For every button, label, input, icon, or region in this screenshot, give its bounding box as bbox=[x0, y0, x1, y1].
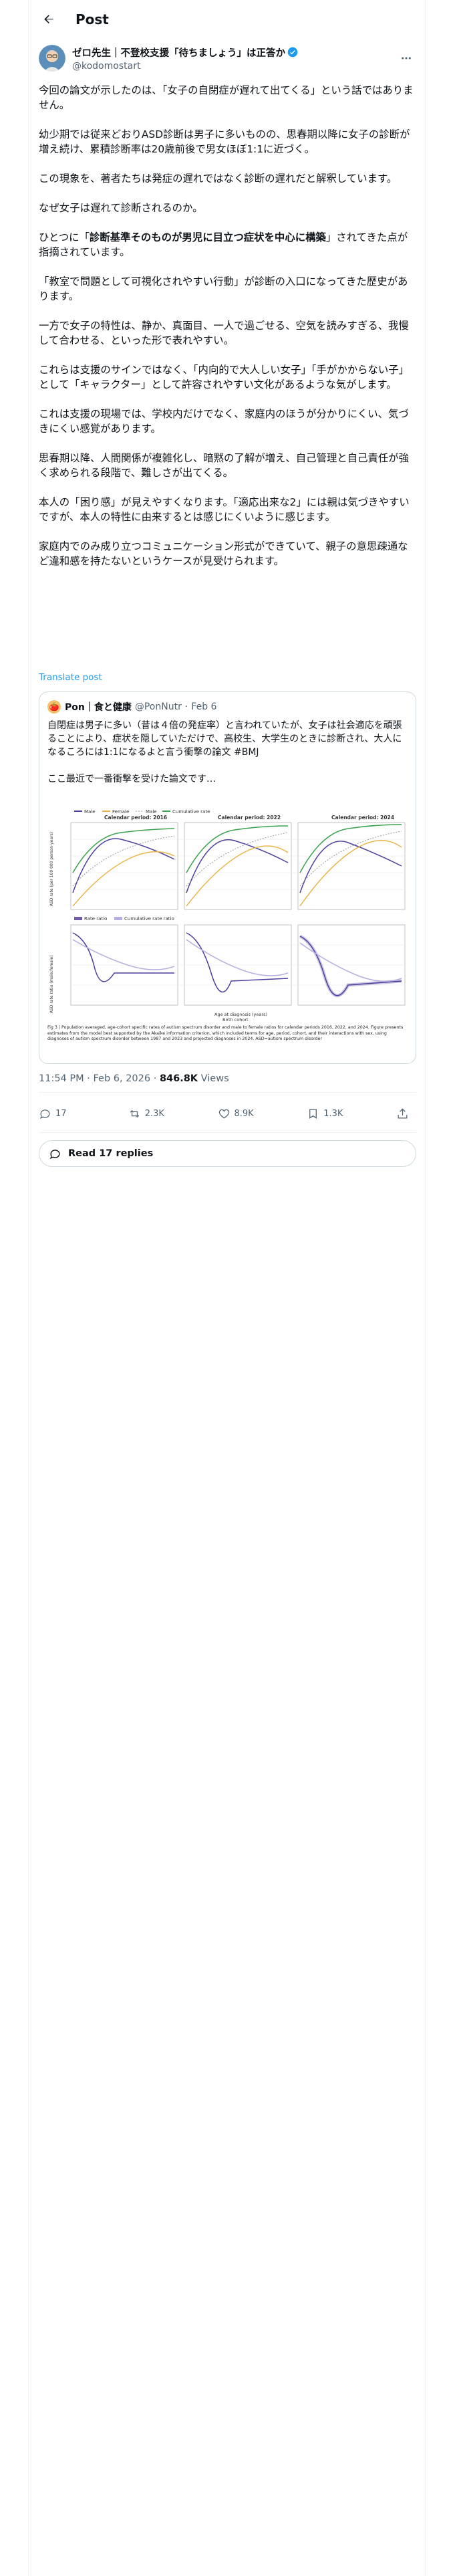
top-panels bbox=[70, 822, 406, 910]
quoted-avatar: 🍅 bbox=[47, 700, 61, 714]
post-paragraph: これは支援の現場では、学校内だけでなく、家庭内のほうが分かりにくい、気づきにくい… bbox=[39, 408, 409, 435]
post-column: Post ゼロ先生｜不登校支援「待ちましょう」は正答か @kodomostart bbox=[28, 0, 426, 2576]
top-bar: Post bbox=[29, 0, 426, 38]
post-paragraph: この現象を、著者たちは発症の遅れではなく診断の遅れだと解釈しています。 bbox=[39, 173, 398, 185]
post-body: 今回の論文が示したのは、「女子の自閉症が遅れて出てくる」という話ではありません。… bbox=[39, 83, 416, 583]
post-paragraph: 家庭内でのみ成り立つコミュニケーション形式ができていて、親子の意思疎通など違和感… bbox=[39, 540, 408, 567]
quoted-post-header: 🍅 Pon｜食と健康 @PonNutr · Feb 6 bbox=[47, 700, 216, 714]
avatar[interactable] bbox=[39, 45, 65, 72]
quoted-figure-image[interactable]: Male Female Male Cumulative rate Calenda… bbox=[47, 806, 408, 1060]
panel-title: Calendar period: 2024 bbox=[331, 815, 394, 821]
legend-label: Rate ratio bbox=[84, 916, 107, 922]
translate-post-link[interactable]: Translate post bbox=[39, 672, 102, 683]
author-name[interactable]: ゼロ先生｜不登校支援「待ちましょう」は正答か bbox=[72, 45, 285, 60]
post-paragraph: ひとつに「診断基準そのものが男児に目立つ症状を中心に構築」されてきた点が指摘され… bbox=[39, 230, 416, 259]
page-title: Post bbox=[76, 11, 109, 27]
arrow-left-icon bbox=[44, 14, 53, 23]
repost-button[interactable]: 2.3K bbox=[128, 1107, 202, 1120]
divider bbox=[39, 1132, 416, 1133]
reply-count: 17 bbox=[55, 1108, 67, 1119]
share-button[interactable] bbox=[396, 1107, 416, 1120]
share-icon bbox=[398, 1107, 408, 1118]
author-row: ゼロ先生｜不登校支援「待ちましょう」は正答か @kodomostart bbox=[39, 41, 416, 75]
panel-title: Calendar period: 2016 bbox=[104, 815, 167, 821]
legend-label: Cumulative rate bbox=[172, 809, 210, 815]
like-count: 8.9K bbox=[234, 1108, 254, 1119]
repost-icon bbox=[130, 1109, 140, 1117]
quoted-post-text: 自閉症は男子に多い（昔は４倍の発症率）と言われていたが、女子は社会適応を頑張るこ… bbox=[47, 720, 402, 784]
back-button[interactable] bbox=[35, 6, 62, 33]
y-axis-label: ASD rate (per 100 000 person-years) bbox=[49, 832, 54, 906]
quoted-author-name: Pon｜食と健康 bbox=[65, 702, 132, 713]
reply-icon bbox=[50, 1149, 60, 1159]
panel-title: Calendar period: 2022 bbox=[218, 815, 281, 821]
heart-icon bbox=[218, 1109, 229, 1119]
post-paragraph: 思春期以降、人間関係が複雑化し、暗黙の了解が増え、自己管理と自己責任が強く求めら… bbox=[39, 452, 410, 479]
y-axis-label: ASD rate ratio (male:female) bbox=[49, 955, 54, 1013]
legend-top: Male Female Male Cumulative rate bbox=[74, 809, 210, 815]
post-paragraph: なぜ女子は遅れて診断されるのか。 bbox=[39, 202, 203, 214]
post-paragraph: 幼少期では従来どおりASD診断は男子に多いものの、思春期以降に女子の診断が増え続… bbox=[39, 128, 410, 155]
post-paragraph: 一方で女子の特性は、静か、真面目、一人で過ごせる、空気を読みすぎる、我慢して合わ… bbox=[39, 320, 409, 346]
post-timestamp: 11:54 PM · Feb 6, 2026 · 846.8K Views bbox=[39, 1073, 229, 1084]
bookmark-count: 1.3K bbox=[323, 1108, 343, 1119]
post-bold-text: 診断基準そのものが男児に目立つ症状を中心に構築 bbox=[89, 231, 326, 243]
quoted-author-handle: @PonNutr bbox=[134, 702, 182, 712]
like-button[interactable]: 8.9K bbox=[218, 1107, 291, 1120]
verified-badge-icon bbox=[287, 47, 298, 58]
quoted-date: Feb 6 bbox=[191, 702, 217, 712]
author-handle[interactable]: @kodomostart bbox=[72, 61, 298, 72]
post-text-span: ひとつに「 bbox=[39, 231, 90, 243]
legend-label: Female bbox=[112, 809, 129, 815]
bottom-panels bbox=[70, 924, 406, 1006]
views-label: Views bbox=[198, 1073, 229, 1084]
figure-caption: Fig 3 | Population averaged, age-cohort … bbox=[47, 1025, 404, 1041]
views-count: 846.8K bbox=[159, 1073, 198, 1084]
post-paragraph: 今回の論文が示したのは、「女子の自閉症が遅れて出てくる」という話ではありません。 bbox=[39, 84, 414, 111]
x-axis-label: Age at diagnosis (years) bbox=[214, 1012, 267, 1017]
post-paragraph: これらは支援のサインではなく、「内向的で大人しい女子」「手がかからない子」として… bbox=[39, 364, 410, 391]
repost-count: 2.3K bbox=[144, 1108, 164, 1119]
quoted-separator: · bbox=[184, 702, 188, 712]
legend-bottom: Rate ratio Cumulative rate ratio bbox=[74, 916, 174, 922]
post-time[interactable]: 11:54 PM · Feb 6, 2026 · bbox=[39, 1073, 160, 1084]
action-bar: 17 2.3K 8.9K 1.3K bbox=[39, 1100, 416, 1127]
read-replies-label: Read 17 replies bbox=[68, 1148, 154, 1159]
read-replies-button[interactable]: Read 17 replies bbox=[39, 1140, 416, 1167]
legend-label: Cumulative rate ratio bbox=[124, 916, 174, 922]
quoted-post[interactable]: 🍅 Pon｜食と健康 @PonNutr · Feb 6 自閉症は男子に多い（昔は… bbox=[39, 691, 416, 1064]
legend-label: Male bbox=[146, 809, 157, 815]
bookmark-icon bbox=[309, 1109, 317, 1119]
divider bbox=[39, 1092, 416, 1093]
reply-icon bbox=[40, 1109, 50, 1119]
legend-label: Male bbox=[84, 809, 96, 815]
bookmark-button[interactable]: 1.3K bbox=[307, 1107, 380, 1120]
more-horizontal-icon bbox=[402, 57, 411, 60]
more-options-button[interactable] bbox=[396, 48, 416, 68]
post-paragraph: 本人の「困り感」が見えやすくなります。「適応出来な2」には親は気づきやすいですが… bbox=[39, 496, 410, 523]
x-axis-label: Birth cohort bbox=[222, 1017, 249, 1023]
reply-button[interactable]: 17 bbox=[39, 1107, 112, 1120]
post-paragraph: 「教室で問題として可視化されやすい行動」が診断の入口になってきた歴史があります。 bbox=[39, 276, 408, 302]
